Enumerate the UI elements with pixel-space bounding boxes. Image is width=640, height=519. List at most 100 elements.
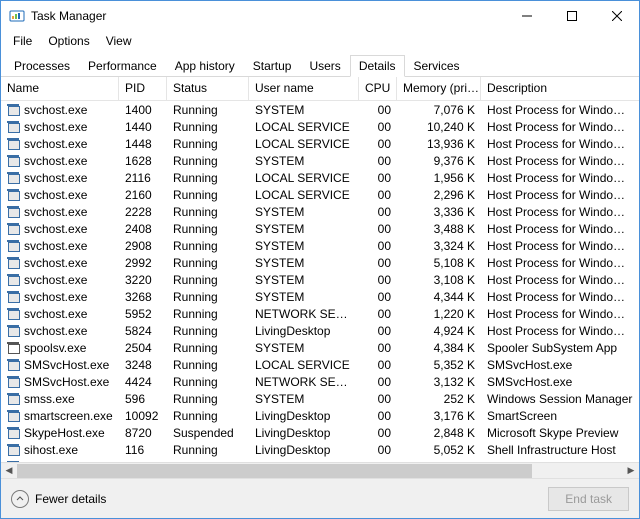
cell-memory: 3,488 K — [397, 222, 481, 236]
cell-status: Running — [167, 273, 249, 287]
table-row[interactable]: svchost.exe2160RunningLOCAL SERVICE002,2… — [1, 186, 639, 203]
scroll-thumb[interactable] — [17, 464, 532, 478]
cell-user: LOCAL SERVICE — [249, 171, 359, 185]
cell-pid: 4424 — [119, 375, 167, 389]
tab-processes[interactable]: Processes — [5, 55, 79, 76]
cell-memory: 252 K — [397, 392, 481, 406]
column-header-name[interactable]: Name — [1, 77, 119, 100]
tab-users[interactable]: Users — [300, 55, 349, 76]
horizontal-scrollbar[interactable]: ◀ ▶ — [1, 462, 639, 478]
column-header-status[interactable]: Status — [167, 77, 249, 100]
cell-status: Running — [167, 409, 249, 423]
process-icon — [7, 426, 21, 440]
table-row[interactable]: svchost.exe2228RunningSYSTEM003,336 KHos… — [1, 203, 639, 220]
cell-cpu: 00 — [359, 205, 397, 219]
scroll-right-icon[interactable]: ▶ — [623, 463, 639, 479]
table-row[interactable]: sihost.exe116RunningLivingDesktop005,052… — [1, 441, 639, 458]
menu-file[interactable]: File — [5, 32, 40, 50]
cell-description: Shell Infrastructure Host — [481, 443, 639, 457]
cell-name: svchost.exe — [1, 307, 119, 321]
cell-memory: 9,376 K — [397, 154, 481, 168]
column-header-description[interactable]: Description — [481, 77, 639, 100]
cell-memory: 13,936 K — [397, 137, 481, 151]
cell-cpu: 00 — [359, 307, 397, 321]
column-header-memory[interactable]: Memory (pri… — [397, 77, 481, 100]
end-task-button[interactable]: End task — [548, 487, 629, 511]
process-name: svchost.exe — [24, 222, 87, 236]
table-row[interactable]: svchost.exe1628RunningSYSTEM009,376 KHos… — [1, 152, 639, 169]
menu-options[interactable]: Options — [40, 32, 97, 50]
process-icon — [7, 409, 21, 423]
process-name: smss.exe — [24, 392, 75, 406]
table-row[interactable]: SMSvcHost.exe3248RunningLOCAL SERVICE005… — [1, 356, 639, 373]
cell-description: Host Process for Windows Serv — [481, 188, 639, 202]
table-row[interactable]: svchost.exe1448RunningLOCAL SERVICE0013,… — [1, 135, 639, 152]
minimize-button[interactable] — [504, 1, 549, 31]
menu-view[interactable]: View — [98, 32, 140, 50]
table-row[interactable]: smss.exe596RunningSYSTEM00252 KWindows S… — [1, 390, 639, 407]
tab-performance[interactable]: Performance — [79, 55, 166, 76]
cell-pid: 2408 — [119, 222, 167, 236]
process-icon — [7, 290, 21, 304]
table-row[interactable]: SMSvcHost.exe4424RunningNETWORK SERVICE0… — [1, 373, 639, 390]
scroll-track[interactable] — [17, 463, 623, 479]
cell-pid: 8720 — [119, 426, 167, 440]
table-row[interactable]: svchost.exe2116RunningLOCAL SERVICE001,9… — [1, 169, 639, 186]
grid-body[interactable]: svchost.exe1400RunningSYSTEM007,076 KHos… — [1, 101, 639, 462]
tab-services[interactable]: Services — [405, 55, 469, 76]
cell-pid: 3220 — [119, 273, 167, 287]
cell-status: Running — [167, 188, 249, 202]
cell-memory: 5,108 K — [397, 256, 481, 270]
close-button[interactable] — [594, 1, 639, 31]
table-row[interactable]: spoolsv.exe2504RunningSYSTEM004,384 KSpo… — [1, 339, 639, 356]
tab-startup[interactable]: Startup — [244, 55, 301, 76]
cell-description: Host Process for Windows Serv — [481, 154, 639, 168]
process-name: spoolsv.exe — [24, 341, 86, 355]
cell-pid: 2160 — [119, 188, 167, 202]
table-row[interactable]: svchost.exe1440RunningLOCAL SERVICE0010,… — [1, 118, 639, 135]
table-row[interactable]: smartscreen.exe10092RunningLivingDesktop… — [1, 407, 639, 424]
table-row[interactable]: svchost.exe2992RunningSYSTEM005,108 KHos… — [1, 254, 639, 271]
tab-app-history[interactable]: App history — [166, 55, 244, 76]
cell-status: Running — [167, 307, 249, 321]
table-row[interactable]: svchost.exe1400RunningSYSTEM007,076 KHos… — [1, 101, 639, 118]
maximize-button[interactable] — [549, 1, 594, 31]
cell-description: Host Process for Windows Serv — [481, 137, 639, 151]
chevron-up-icon — [11, 490, 29, 508]
process-icon — [7, 341, 21, 355]
tab-details[interactable]: Details — [350, 55, 405, 77]
process-name: svchost.exe — [24, 188, 87, 202]
cell-user: SYSTEM — [249, 154, 359, 168]
cell-pid: 3268 — [119, 290, 167, 304]
table-row[interactable]: SkypeHost.exe8720SuspendedLivingDesktop0… — [1, 424, 639, 441]
cell-memory: 3,336 K — [397, 205, 481, 219]
table-row[interactable]: svchost.exe2908RunningSYSTEM003,324 KHos… — [1, 237, 639, 254]
column-header-pid[interactable]: PID — [119, 77, 167, 100]
cell-pid: 2116 — [119, 171, 167, 185]
process-icon — [7, 358, 21, 372]
tab-bar: Processes Performance App history Startu… — [1, 51, 639, 77]
scroll-left-icon[interactable]: ◀ — [1, 463, 17, 479]
fewer-details-button[interactable]: Fewer details — [11, 490, 106, 508]
cell-name: svchost.exe — [1, 103, 119, 117]
cell-name: smartscreen.exe — [1, 409, 119, 423]
cell-description: Microsoft Skype Preview — [481, 426, 639, 440]
table-row[interactable]: svchost.exe3220RunningSYSTEM003,108 KHos… — [1, 271, 639, 288]
cell-status: Running — [167, 154, 249, 168]
table-row[interactable]: svchost.exe2408RunningSYSTEM003,488 KHos… — [1, 220, 639, 237]
cell-pid: 5824 — [119, 324, 167, 338]
column-header-user[interactable]: User name — [249, 77, 359, 100]
cell-name: svchost.exe — [1, 137, 119, 151]
cell-memory: 2,296 K — [397, 188, 481, 202]
table-row[interactable]: svchost.exe5824RunningLivingDesktop004,9… — [1, 322, 639, 339]
table-row[interactable]: svchost.exe3268RunningSYSTEM004,344 KHos… — [1, 288, 639, 305]
column-header-cpu[interactable]: CPU — [359, 77, 397, 100]
cell-user: LOCAL SERVICE — [249, 358, 359, 372]
cell-status: Suspended — [167, 426, 249, 440]
window-title: Task Manager — [31, 9, 504, 23]
cell-name: svchost.exe — [1, 273, 119, 287]
cell-name: svchost.exe — [1, 154, 119, 168]
table-row[interactable]: svchost.exe5952RunningNETWORK SERVICE001… — [1, 305, 639, 322]
cell-status: Running — [167, 443, 249, 457]
process-icon — [7, 324, 21, 338]
